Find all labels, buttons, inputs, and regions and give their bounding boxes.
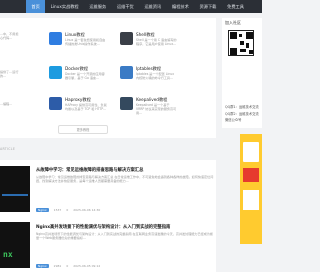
nav-ops-tips[interactable]: 运维干货 bbox=[112, 0, 140, 13]
tutorial-panel: ...中，不用担心代码... 提供了...运行的... ...编程... Lin… bbox=[0, 18, 216, 138]
section-label: ARTICLE bbox=[0, 147, 16, 151]
docker-icon bbox=[49, 66, 62, 79]
card-docker[interactable]: Docker教程 Docker 是一个开源的应用容器引擎，基于 Go 语言... bbox=[49, 65, 107, 95]
card-desc: Linux 是一套免费使用和自由传播的类Unix操作系统... bbox=[65, 38, 106, 46]
card-haproxy[interactable]: Haproxy教程 HAProxy 提供高可用性、负载均衡以及基于 TCP 和 … bbox=[49, 96, 107, 126]
article-list: 从故障中学习：常见运维故障的排查思路与解决方案汇总 从故障中学习：常见运维故障的… bbox=[0, 160, 216, 272]
sidebar-ad[interactable] bbox=[240, 134, 262, 244]
article-tag[interactable]: Nginx bbox=[36, 264, 49, 268]
nav-programming[interactable]: 编程技术 bbox=[167, 0, 195, 13]
left-desc: 提供了...运行的... bbox=[0, 70, 19, 78]
card-desc: Keepalived 是一个基于 VRRP 协议来实现的服务高可用... bbox=[136, 103, 177, 115]
article-meta: Nginx 1537 0 2025-06-06 14:30 bbox=[36, 208, 100, 212]
sidebar-title: 加入社区 bbox=[225, 20, 241, 25]
card-desc: Iptables 是一个配置 Linux 内核防火墙的命令行工具... bbox=[136, 72, 175, 80]
nav-home[interactable]: 首页 bbox=[26, 0, 46, 13]
nav-ops-news[interactable]: 运维资讯 bbox=[139, 0, 167, 13]
nav-ops-service[interactable]: 运维服务 bbox=[84, 0, 112, 13]
nav-downloads[interactable]: 资源下载 bbox=[194, 0, 222, 13]
card-desc: HAProxy 提供高可用性、负载均衡以及基于 TCP 和 HTTP... bbox=[65, 103, 107, 111]
article-tag[interactable]: Nginx bbox=[36, 208, 49, 212]
haproxy-icon bbox=[49, 97, 62, 110]
card-linux[interactable]: Linux教程 Linux 是一套免费使用和自由传播的类Unix操作系统... bbox=[49, 31, 107, 61]
card-desc: Shell 是一个用 C 语言编写的程序，它是用户使用 Linux... bbox=[136, 38, 177, 46]
card-shell[interactable]: Shell教程 Shell 是一个用 C 语言编写的程序，它是用户使用 Linu… bbox=[120, 31, 178, 61]
article-thumbnail[interactable]: nx bbox=[0, 222, 30, 268]
keepalived-icon bbox=[120, 97, 133, 110]
top-nav: 首页 Linux实战教程 运维服务 运维干货 运维资讯 编程技术 资源下载 免费… bbox=[0, 0, 262, 13]
article-title[interactable]: 从故障中学习：常见运维故障的排查思路与解决方案汇总 bbox=[36, 167, 143, 173]
views-count: 1537 bbox=[53, 208, 62, 212]
card-keepalived[interactable]: Keepalived教程 Keepalived 是一个基于 VRRP 协议来实现… bbox=[120, 96, 178, 126]
linux-icon bbox=[49, 32, 62, 45]
article-thumbnail[interactable] bbox=[0, 166, 30, 212]
left-desc: ...编程... bbox=[0, 102, 13, 106]
article-desc: Nginx高并发场景下的性能调优与架构设计：从入门到实战的完整指南 在互联网业务… bbox=[36, 232, 213, 241]
card-iptables[interactable]: Iptables教程 Iptables 是一个配置 Linux 内核防火墙的命令… bbox=[120, 65, 178, 95]
article-time: 2025-06-06 14:30 bbox=[73, 208, 101, 212]
views-count: 2981 bbox=[53, 264, 62, 268]
left-desc: ...中，不用担心代码... bbox=[0, 32, 19, 40]
more-tutorials-button[interactable]: 更多教程 bbox=[58, 125, 108, 134]
shell-icon bbox=[120, 32, 133, 45]
iptables-icon bbox=[120, 66, 133, 79]
article-title[interactable]: Nginx高并发场景下的性能调优与架构设计：从入门到实战的完整指南 bbox=[36, 224, 170, 230]
sidebar-line[interactable]: QQ群1：运维技术交流 bbox=[222, 104, 259, 111]
sidebar-community: 加入社区 QQ群1：运维技术交流 QQ群2：运维技术交流 微信公众号 bbox=[222, 18, 262, 128]
card-desc: Docker 是一个开源的应用容器引擎，基于 Go 语言... bbox=[65, 72, 105, 80]
article-desc: 从故障中学习：常见运维故障的排查思路与解决方案汇总 在日常运维工作中，不可避免地… bbox=[36, 175, 214, 184]
article-meta: Nginx 2981 0 2025-06-05 09:12 bbox=[36, 264, 100, 268]
nav-linux-tutorial[interactable]: Linux实战教程 bbox=[45, 0, 84, 13]
article-time: 2025-06-05 09:12 bbox=[73, 264, 101, 268]
sidebar-line[interactable]: 微信公众号 bbox=[222, 117, 259, 124]
qr-code-icon bbox=[228, 30, 254, 56]
nav-free-tools[interactable]: 免费工具 bbox=[222, 0, 250, 13]
likes-count: 0 bbox=[66, 264, 69, 268]
likes-count: 0 bbox=[66, 208, 69, 212]
